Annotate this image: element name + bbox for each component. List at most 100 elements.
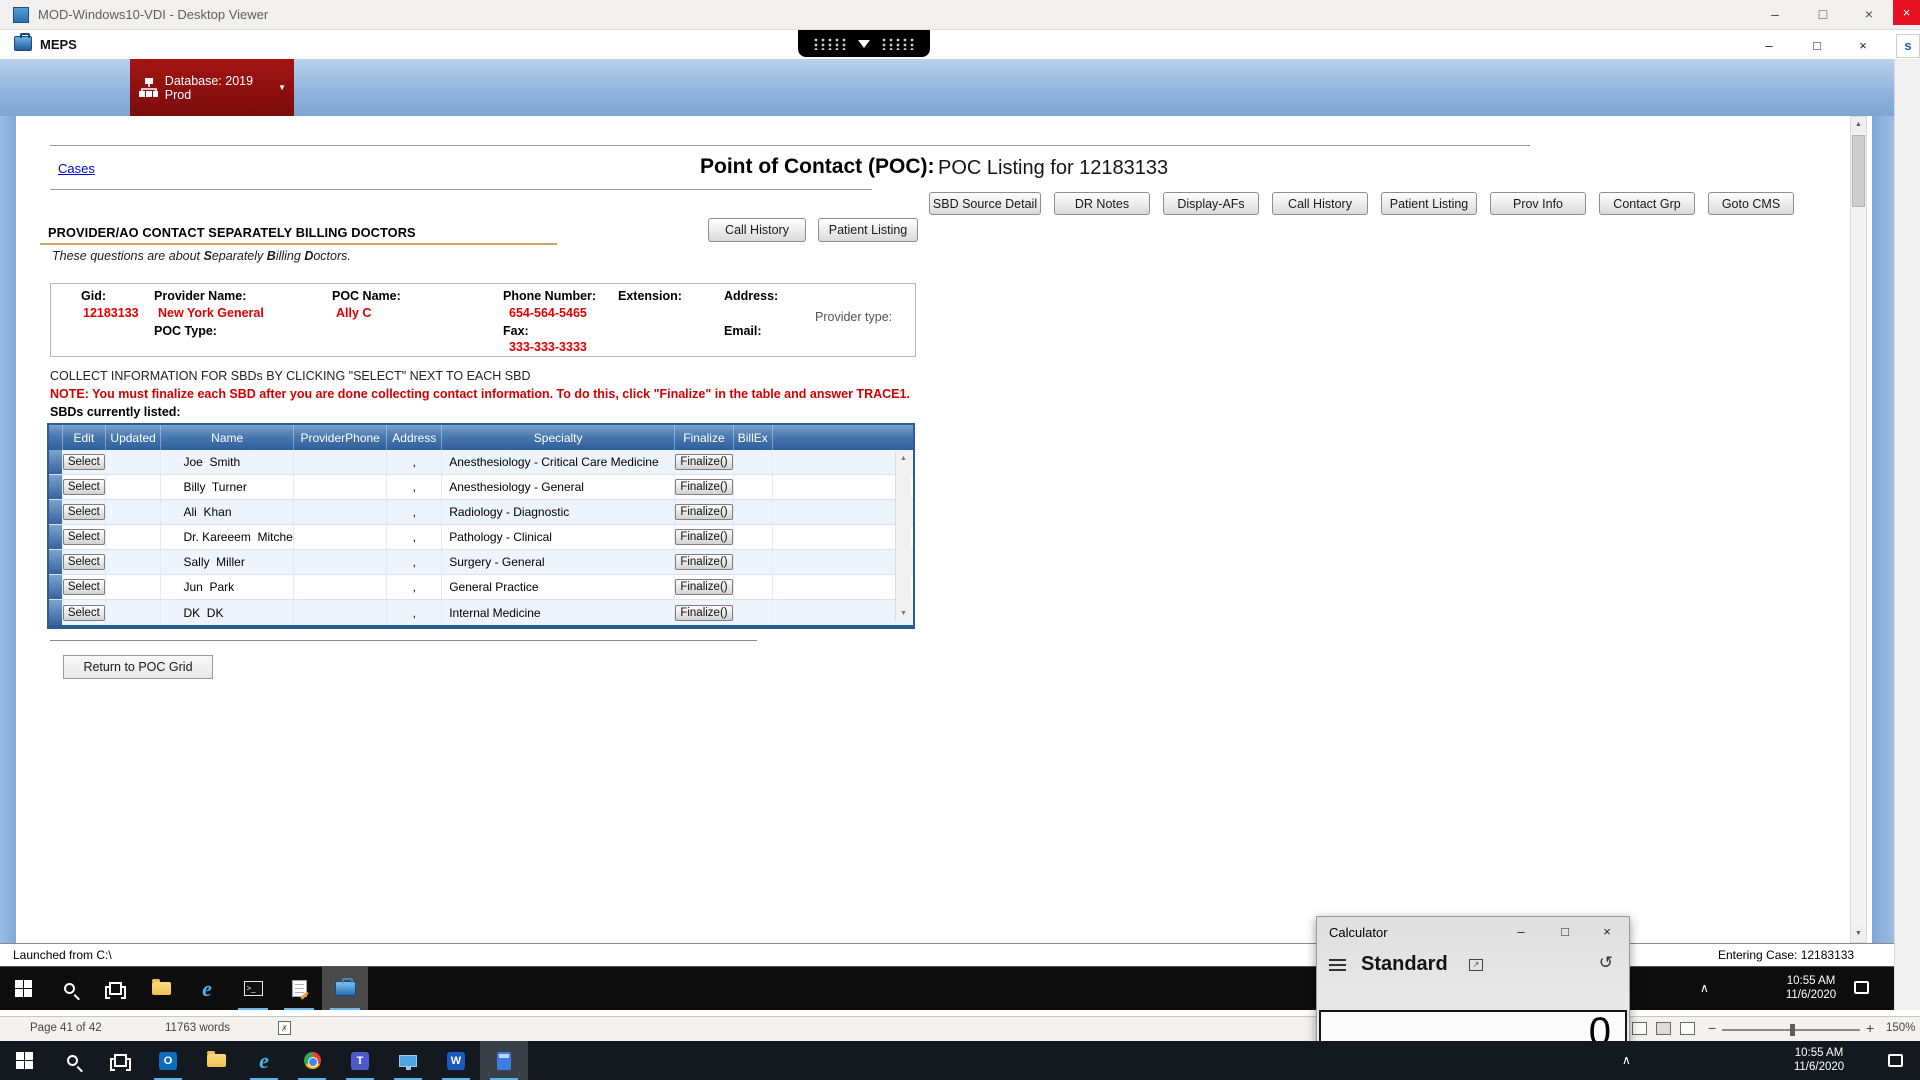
host-calculator-button[interactable]: [480, 1041, 528, 1080]
calculator-keep-on-top-icon[interactable]: ↗: [1469, 959, 1483, 971]
row-selector[interactable]: [49, 450, 63, 474]
vdi-notepad-button[interactable]: [276, 967, 322, 1010]
row-selector[interactable]: [49, 500, 63, 524]
section-patient-listing-button[interactable]: Patient Listing: [818, 218, 918, 242]
host-clock[interactable]: 10:55 AM 11/6/2020: [1788, 1046, 1850, 1074]
patient-listing-button[interactable]: Patient Listing: [1381, 192, 1477, 215]
finalize-button[interactable]: Finalize(): [675, 554, 732, 570]
word-word-count[interactable]: 11763 words: [165, 1022, 230, 1034]
viewer-close-button[interactable]: ×: [1852, 0, 1886, 28]
call-history-button[interactable]: Call History: [1272, 192, 1368, 215]
host-search-button[interactable]: [48, 1041, 96, 1080]
database-button[interactable]: Database: 2019 Prod ▼: [130, 59, 294, 116]
word-zoom-in-icon[interactable]: +: [1866, 1020, 1874, 1036]
poc-name-value: Ally C: [336, 306, 371, 320]
calculator-minimize-button[interactable]: –: [1501, 917, 1541, 946]
host-outlook-button[interactable]: O: [144, 1041, 192, 1080]
word-proofing-icon[interactable]: ✗: [278, 1021, 291, 1035]
fax-label: Fax:: [503, 324, 529, 338]
filler-cell: [773, 525, 895, 549]
word-zoom-level[interactable]: 150%: [1886, 1022, 1915, 1034]
finalize-button[interactable]: Finalize(): [675, 479, 732, 495]
outer-close-icon[interactable]: ×: [1893, 0, 1920, 25]
display-afs-button[interactable]: Display-AFs: [1163, 192, 1259, 215]
vdi-action-center-icon[interactable]: [1854, 981, 1869, 994]
host-action-center-icon[interactable]: [1888, 1054, 1903, 1067]
host-task-view-button[interactable]: [96, 1041, 144, 1080]
app-scrollbar[interactable]: ▲ ▼: [1850, 116, 1867, 943]
table-scrollbar[interactable]: ▲ ▼: [895, 452, 911, 621]
citrix-toolbar-grip[interactable]: [798, 30, 930, 57]
vdi-task-view-button[interactable]: [92, 967, 138, 1010]
finalize-button[interactable]: Finalize(): [675, 504, 732, 520]
dr-notes-button[interactable]: DR Notes: [1054, 192, 1150, 215]
section-call-history-button[interactable]: Call History: [708, 218, 806, 242]
finalize-button[interactable]: Finalize(): [675, 605, 732, 621]
word-print-layout-icon[interactable]: [1656, 1022, 1671, 1035]
host-internet-explorer-button[interactable]: e: [240, 1041, 288, 1080]
table-scroll-up-icon[interactable]: ▲: [896, 452, 911, 466]
row-selector[interactable]: [49, 550, 63, 574]
vdi-command-prompt-button[interactable]: >_: [230, 967, 276, 1010]
select-button[interactable]: Select: [63, 479, 105, 495]
finalize-button[interactable]: Finalize(): [675, 529, 732, 545]
meps-restore-button[interactable]: □: [1800, 32, 1834, 60]
vdi-search-button[interactable]: [46, 967, 92, 1010]
filler-cell: [773, 550, 895, 574]
sbd-source-detail-button[interactable]: SBD Source Detail: [929, 192, 1041, 215]
prov-info-button[interactable]: Prov Info: [1490, 192, 1586, 215]
row-selector[interactable]: [49, 575, 63, 599]
app-scroll-down-icon[interactable]: ▼: [1851, 926, 1866, 942]
host-chrome-button[interactable]: [288, 1041, 336, 1080]
row-selector[interactable]: [49, 525, 63, 549]
vdi-tray-chevron-icon[interactable]: ∧: [1700, 981, 1709, 995]
viewer-minimize-button[interactable]: –: [1758, 0, 1792, 28]
table-scroll-down-icon[interactable]: ▼: [896, 607, 911, 621]
vdi-meps-app-button[interactable]: [322, 967, 368, 1010]
calculator-mode-label[interactable]: Standard: [1361, 953, 1448, 976]
col-billex: BillEx: [734, 425, 773, 450]
teams-icon: T: [351, 1052, 369, 1070]
select-button[interactable]: Select: [63, 554, 105, 570]
vdi-start-button[interactable]: [0, 967, 46, 1010]
cases-link[interactable]: Cases: [58, 161, 95, 176]
return-to-poc-grid-button[interactable]: Return to POC Grid: [63, 655, 213, 679]
row-selector[interactable]: [49, 475, 63, 499]
host-start-button[interactable]: [0, 1041, 48, 1080]
calculator-maximize-button[interactable]: □: [1545, 917, 1585, 946]
word-zoom-thumb[interactable]: [1790, 1024, 1795, 1036]
meps-titlebar: MEPS – □ ×: [0, 30, 1894, 59]
host-word-button[interactable]: W: [432, 1041, 480, 1080]
host-tray-chevron-icon[interactable]: ∧: [1622, 1053, 1631, 1067]
goto-cms-button[interactable]: Goto CMS: [1708, 192, 1794, 215]
host-remote-desktop-button[interactable]: [384, 1041, 432, 1080]
host-teams-button[interactable]: T: [336, 1041, 384, 1080]
finalize-button[interactable]: Finalize(): [675, 579, 732, 595]
select-button[interactable]: Select: [63, 579, 105, 595]
vdi-file-explorer-button[interactable]: [138, 967, 184, 1010]
app-scroll-up-icon[interactable]: ▲: [1851, 117, 1866, 133]
notepad-icon: [292, 980, 307, 997]
calculator-close-button[interactable]: ×: [1587, 917, 1627, 946]
word-web-layout-icon[interactable]: [1680, 1022, 1695, 1035]
meps-close-button[interactable]: ×: [1846, 32, 1880, 60]
select-button[interactable]: Select: [63, 504, 105, 520]
finalize-button[interactable]: Finalize(): [675, 454, 732, 470]
word-zoom-out-icon[interactable]: −: [1708, 1020, 1716, 1036]
contact-grp-button[interactable]: Contact Grp: [1599, 192, 1695, 215]
viewer-restore-button[interactable]: □: [1806, 0, 1840, 28]
word-page-indicator[interactable]: Page 41 of 42: [30, 1022, 102, 1034]
calculator-history-icon[interactable]: ↺: [1599, 953, 1613, 973]
select-button[interactable]: Select: [63, 454, 105, 470]
vdi-clock[interactable]: 10:55 AM 11/6/2020: [1780, 974, 1842, 1002]
row-selector[interactable]: [49, 600, 63, 625]
meps-minimize-button[interactable]: –: [1752, 32, 1786, 60]
select-button[interactable]: Select: [63, 605, 105, 621]
select-button[interactable]: Select: [63, 529, 105, 545]
vdi-internet-explorer-button[interactable]: e: [184, 967, 230, 1010]
app-scroll-thumb[interactable]: [1852, 135, 1865, 207]
host-file-explorer-button[interactable]: [192, 1041, 240, 1080]
word-read-mode-icon[interactable]: [1632, 1022, 1647, 1035]
edge-tab[interactable]: s: [1896, 34, 1920, 58]
calculator-menu-icon[interactable]: [1329, 959, 1346, 971]
